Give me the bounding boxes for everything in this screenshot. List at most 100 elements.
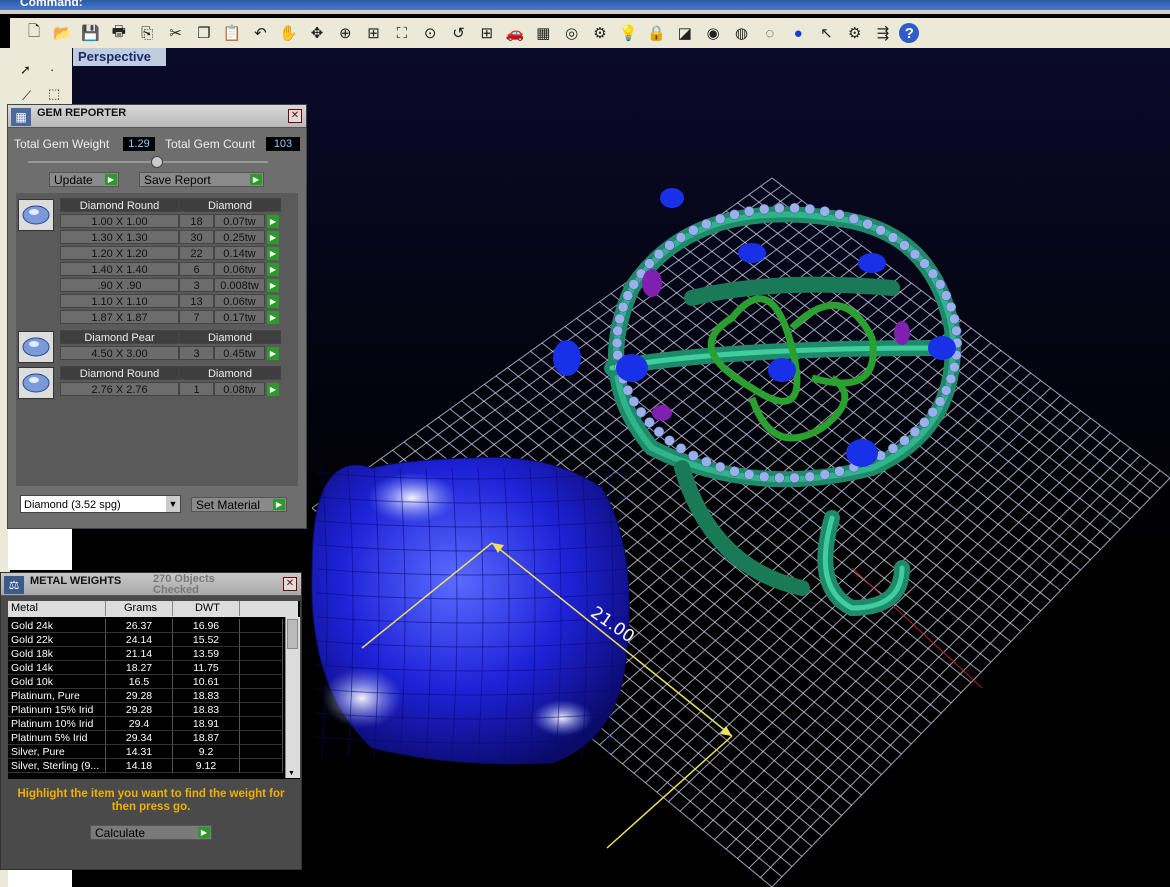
select-arrow-icon[interactable]: ➚: [20, 62, 31, 78]
command-prompt[interactable]: Command:: [20, 0, 83, 9]
gem-row[interactable]: 1.40 X 1.40 6 0.06tw ▶: [16, 262, 296, 277]
gem-row[interactable]: 1.30 X 1.30 30 0.25tw ▶: [16, 230, 296, 245]
gem-reporter-titlebar[interactable]: ▦ GEM REPORTER ✕: [8, 105, 306, 128]
metal-weights-panel: ⚖ METAL WEIGHTS 270 Objects Checked ✕ Me…: [0, 572, 302, 870]
wireframe-sphere-icon[interactable]: ◍: [730, 21, 754, 45]
save-report-button[interactable]: Save Report ▶: [139, 172, 264, 187]
rectangle-icon[interactable]: ⬚: [48, 86, 60, 102]
new-file-icon[interactable]: 🗋: [22, 21, 46, 45]
gem-reporter-panel: ▦ GEM REPORTER ✕ Total Gem Weight 1.29 T…: [7, 104, 307, 529]
grid-plane-icon[interactable]: ▦: [531, 21, 555, 45]
cut-icon[interactable]: ✂: [164, 21, 188, 45]
total-gem-weight-label: Total Gem Weight: [14, 137, 110, 151]
zoom-extents-icon[interactable]: ⛶: [390, 21, 414, 45]
metal-row[interactable]: Gold 10k 16.5 10.61: [8, 675, 283, 689]
vertical-scrollbar[interactable]: ▼: [285, 617, 300, 778]
gem-row[interactable]: 1.10 X 1.10 13 0.06tw ▶: [16, 294, 296, 309]
metal-row[interactable]: Platinum 5% Irid 29.34 18.87: [8, 731, 283, 745]
chevron-down-icon[interactable]: ▼: [166, 496, 180, 512]
metal-row[interactable]: Gold 18k 21.14 13.59: [8, 647, 283, 661]
metal-row[interactable]: Platinum 10% Irid 29.4 18.91: [8, 717, 283, 731]
color-wheel-icon[interactable]: ◉: [701, 21, 725, 45]
save-icon[interactable]: 💾: [79, 21, 103, 45]
metal-table: Metal Grams DWT Gold 24k 26.37 16.96 Gold 2…: [8, 601, 300, 779]
lock-icon[interactable]: 🔒: [645, 21, 669, 45]
go-arrow-icon[interactable]: ▶: [267, 263, 279, 276]
gem-size: 1.87 X 1.87: [60, 310, 179, 324]
undo-icon[interactable]: ↶: [248, 21, 272, 45]
point-icon[interactable]: ·: [50, 62, 54, 77]
zoom-window-icon[interactable]: ⊞: [362, 21, 386, 45]
metal-extra-cell: [240, 619, 283, 633]
metal-row[interactable]: Silver, Sterling (9... 14.18 9.12: [8, 759, 283, 773]
undo-view-icon[interactable]: ↺: [447, 21, 471, 45]
metal-row[interactable]: Platinum 15% Irid 29.28 18.83: [8, 703, 283, 717]
gem-row[interactable]: .90 X .90 3 0.008tw ▶: [16, 278, 296, 293]
gem-row[interactable]: 1.00 X 1.00 18 0.07tw ▶: [16, 214, 296, 229]
osnap-icon[interactable]: ◎: [560, 21, 584, 45]
gem-reporter-title: GEM REPORTER: [37, 107, 127, 119]
set-material-button[interactable]: Set Material ▶: [191, 497, 287, 512]
gem-row[interactable]: 4.50 X 3.00 3 0.45tw ▶: [16, 346, 296, 361]
slider-thumb[interactable]: [151, 156, 163, 168]
gem-weight: 0.08tw: [214, 382, 265, 396]
close-icon[interactable]: ✕: [283, 577, 297, 591]
metal-name: Silver, Pure: [8, 745, 106, 759]
pointer-icon[interactable]: ↖: [814, 21, 838, 45]
gear-icon[interactable]: ⚙: [843, 21, 867, 45]
metal-row[interactable]: Platinum, Pure 29.28 18.83: [8, 689, 283, 703]
layer-icon[interactable]: ◪: [673, 21, 697, 45]
metal-row[interactable]: Gold 22k 24.14 15.52: [8, 633, 283, 647]
import-icon[interactable]: ⎘: [135, 21, 159, 45]
column-header-dwt[interactable]: DWT: [173, 601, 240, 616]
scroll-down-icon[interactable]: ▼: [288, 770, 295, 777]
update-button[interactable]: Update ▶: [49, 172, 119, 187]
go-arrow-icon[interactable]: ▶: [267, 279, 279, 292]
open-folder-icon[interactable]: 📂: [50, 21, 74, 45]
light-bulb-icon[interactable]: 💡: [616, 21, 640, 45]
viewport-label[interactable]: Perspective: [73, 48, 166, 66]
metal-dwt: 9.2: [173, 745, 240, 759]
gem-row[interactable]: 1.87 X 1.87 7 0.17tw ▶: [16, 310, 296, 325]
car-object-icon[interactable]: 🚗: [503, 21, 527, 45]
column-header-metal[interactable]: Metal: [8, 601, 106, 616]
paste-icon[interactable]: 📋: [220, 21, 244, 45]
rotate-view-icon[interactable]: ✥: [305, 21, 329, 45]
go-arrow-icon[interactable]: ▶: [267, 231, 279, 244]
flow-icon[interactable]: ⇶: [871, 21, 895, 45]
ghosted-sphere-icon[interactable]: ◌: [758, 21, 782, 45]
print-icon[interactable]: 🖶: [107, 21, 131, 45]
close-icon[interactable]: ✕: [288, 109, 302, 123]
rendered-sphere-icon[interactable]: ●: [786, 21, 810, 45]
help-icon[interactable]: ?: [899, 23, 920, 43]
pan-hand-icon[interactable]: ✋: [277, 21, 301, 45]
metal-name: Platinum 15% Irid: [8, 703, 106, 717]
gem-row[interactable]: 1.20 X 1.20 22 0.14tw ▶: [16, 246, 296, 261]
four-viewports-icon[interactable]: ⊞: [475, 21, 499, 45]
zoom-selected-icon[interactable]: ⊙: [418, 21, 442, 45]
calculate-button[interactable]: Calculate ▶: [90, 825, 212, 840]
copy-icon[interactable]: ❐: [192, 21, 216, 45]
scrollbar-thumb[interactable]: [287, 619, 298, 649]
column-header-grams[interactable]: Grams: [106, 601, 173, 616]
zoom-icon[interactable]: ⊕: [333, 21, 357, 45]
metal-extra-cell: [240, 647, 283, 661]
gem-count: 1: [179, 382, 214, 396]
metal-weights-titlebar[interactable]: ⚖ METAL WEIGHTS 270 Objects Checked ✕: [1, 573, 301, 596]
gem-row[interactable]: 2.76 X 2.76 1 0.08tw ▶: [16, 382, 296, 397]
material-select[interactable]: Diamond (3.52 spg) ▼: [20, 495, 181, 513]
metal-grams: 18.27: [106, 661, 173, 675]
gem-shape-name: Diamond Pear: [60, 330, 179, 344]
metal-row[interactable]: Silver, Pure 14.31 9.2: [8, 745, 283, 759]
go-arrow-icon[interactable]: ▶: [267, 311, 279, 324]
go-arrow-icon[interactable]: ▶: [267, 347, 279, 360]
polyline-icon[interactable]: ⟋: [22, 88, 31, 104]
metal-dwt: 18.87: [173, 731, 240, 745]
go-arrow-icon[interactable]: ▶: [267, 215, 279, 228]
metal-row[interactable]: Gold 14k 18.27 11.75: [8, 661, 283, 675]
metal-row[interactable]: Gold 24k 26.37 16.96: [8, 619, 283, 633]
go-arrow-icon[interactable]: ▶: [267, 295, 279, 308]
go-arrow-icon[interactable]: ▶: [267, 247, 279, 260]
object-properties-icon[interactable]: ⚙: [588, 21, 612, 45]
go-arrow-icon[interactable]: ▶: [267, 383, 279, 396]
